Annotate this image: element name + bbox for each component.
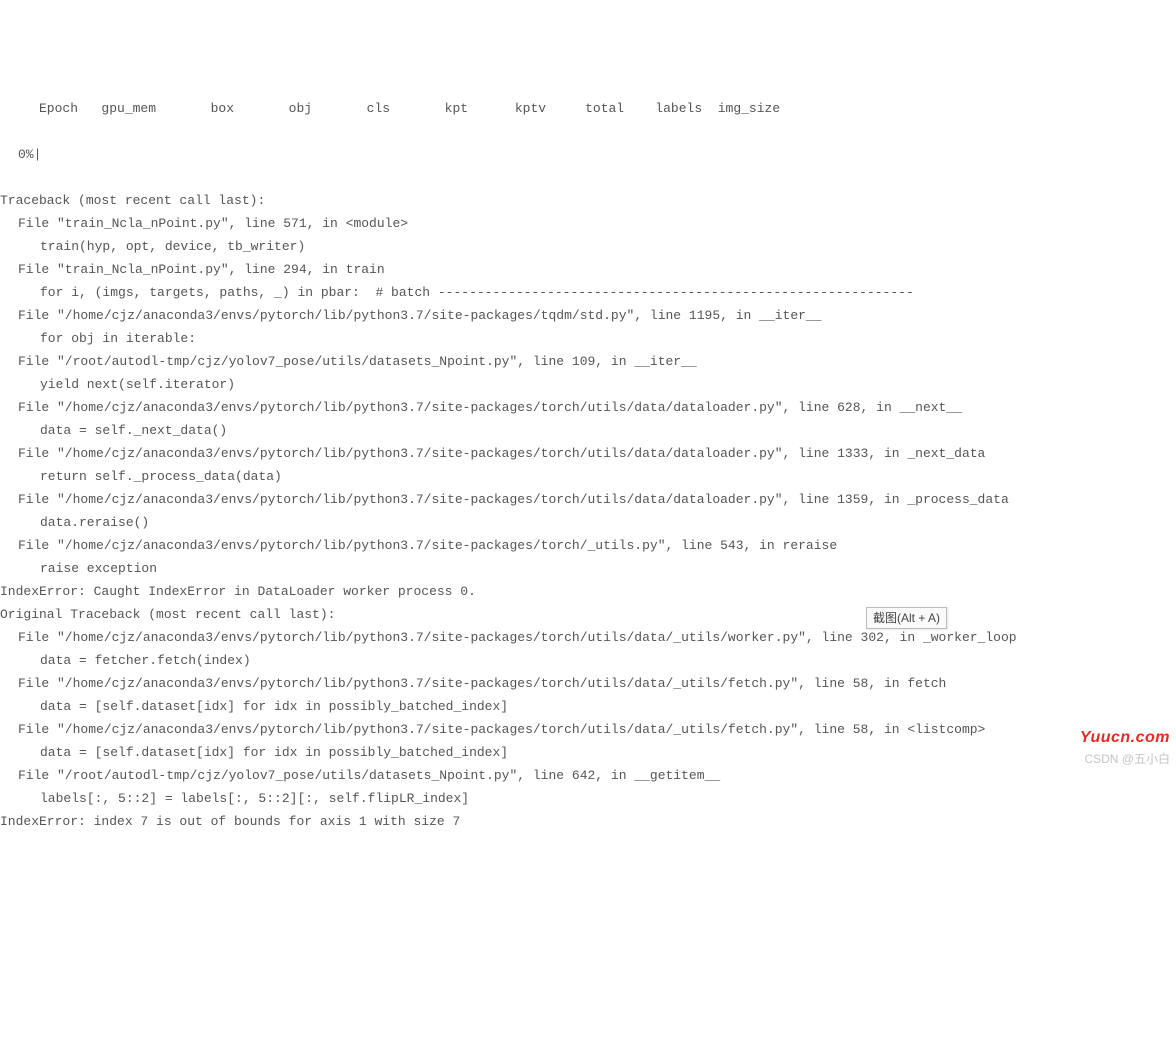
traceback-line: File "/home/cjz/anaconda3/envs/pytorch/l… — [0, 488, 1176, 511]
traceback-line: IndexError: Caught IndexError in DataLoa… — [0, 580, 1176, 603]
traceback-line: data = [self.dataset[idx] for idx in pos… — [0, 695, 1176, 718]
traceback-line: IndexError: index 7 is out of bounds for… — [0, 810, 1176, 833]
traceback-line: File "train_Ncla_nPoint.py", line 571, i… — [0, 212, 1176, 235]
traceback-line: data = [self.dataset[idx] for idx in pos… — [0, 741, 1176, 764]
traceback-line: train(hyp, opt, device, tb_writer) — [0, 235, 1176, 258]
traceback-line: File "/home/cjz/anaconda3/envs/pytorch/l… — [0, 534, 1176, 557]
screenshot-tooltip: 截图(Alt + A) — [866, 607, 947, 629]
progress-bar: 0%| — [0, 143, 1176, 166]
watermark-yuucn: Yuucn.com — [1080, 726, 1170, 749]
traceback-line: for i, (imgs, targets, paths, _) in pbar… — [0, 281, 1176, 304]
traceback-line: File "/root/autodl-tmp/cjz/yolov7_pose/u… — [0, 764, 1176, 787]
column-headers: Epoch gpu_mem box obj cls kpt kptv total… — [0, 97, 1176, 120]
traceback-line: labels[:, 5::2] = labels[:, 5::2][:, sel… — [0, 787, 1176, 810]
traceback-line: File "train_Ncla_nPoint.py", line 294, i… — [0, 258, 1176, 281]
traceback-output: Traceback (most recent call last):File "… — [0, 189, 1176, 833]
traceback-line: yield next(self.iterator) — [0, 373, 1176, 396]
traceback-line: File "/home/cjz/anaconda3/envs/pytorch/l… — [0, 396, 1176, 419]
traceback-line: Traceback (most recent call last): — [0, 189, 1176, 212]
traceback-line: data.reraise() — [0, 511, 1176, 534]
traceback-line: File "/home/cjz/anaconda3/envs/pytorch/l… — [0, 718, 1176, 741]
traceback-line: return self._process_data(data) — [0, 465, 1176, 488]
traceback-line: for obj in iterable: — [0, 327, 1176, 350]
traceback-line: File "/home/cjz/anaconda3/envs/pytorch/l… — [0, 672, 1176, 695]
traceback-line: data = self._next_data() — [0, 419, 1176, 442]
traceback-line: File "/home/cjz/anaconda3/envs/pytorch/l… — [0, 442, 1176, 465]
traceback-line: Original Traceback (most recent call las… — [0, 603, 1176, 626]
traceback-line: File "/root/autodl-tmp/cjz/yolov7_pose/u… — [0, 350, 1176, 373]
traceback-line: raise exception — [0, 557, 1176, 580]
traceback-line: data = fetcher.fetch(index) — [0, 649, 1176, 672]
traceback-line: File "/home/cjz/anaconda3/envs/pytorch/l… — [0, 626, 1176, 649]
watermark-csdn: CSDN @五小白 — [1084, 748, 1170, 771]
traceback-line: File "/home/cjz/anaconda3/envs/pytorch/l… — [0, 304, 1176, 327]
